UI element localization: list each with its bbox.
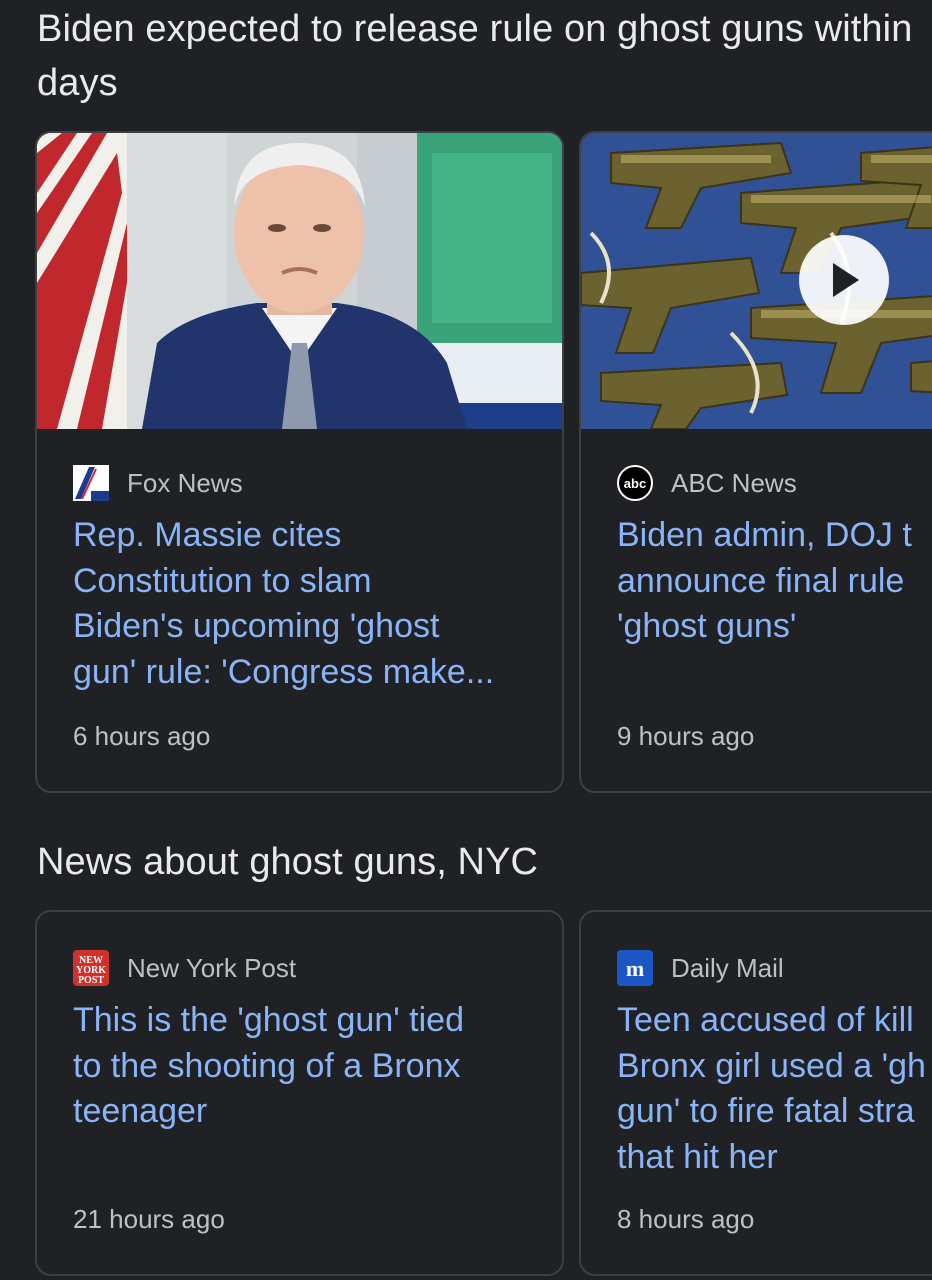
- thumbnail-image-ghost-guns: [581, 133, 932, 429]
- timestamp: 8 hours ago: [617, 1204, 755, 1234]
- headline-link[interactable]: Rep. Massie cites Constitution to slam B…: [73, 513, 542, 695]
- abc-news-logo-icon: abc: [617, 465, 653, 501]
- timestamp: 21 hours ago: [73, 1204, 225, 1234]
- headline-line: This is the 'ghost gun' tied: [73, 1001, 464, 1039]
- headline-line: 'ghost guns': [617, 607, 797, 645]
- new-york-post-logo-icon: NEW YORK POST: [73, 950, 109, 986]
- headline-line: gun' to fire fatal stra: [617, 1092, 915, 1130]
- play-icon: [833, 263, 859, 297]
- svg-text:POST: POST: [78, 975, 104, 986]
- headline-link[interactable]: This is the 'ghost gun' tied to the shoo…: [73, 998, 542, 1135]
- section-title-ghost-guns-nyc: News about ghost guns, NYC: [37, 841, 539, 883]
- play-video-button[interactable]: [799, 235, 889, 325]
- card-content: m Daily Mail Teen accused of kill Bronx …: [617, 948, 932, 1180]
- svg-text:abc: abc: [624, 476, 646, 491]
- news-card-fox-news[interactable]: Fox News Rep. Massie cites Constitution …: [35, 131, 564, 793]
- card-content: abc ABC News Biden admin, DOJ t announce…: [617, 463, 932, 650]
- headline-line: Biden admin, DOJ t: [617, 516, 912, 554]
- daily-mail-logo-icon: m: [617, 950, 653, 986]
- headline-line: that hit her: [617, 1137, 778, 1176]
- headline-line: Constitution to slam: [73, 561, 372, 600]
- headline-link[interactable]: Teen accused of kill Bronx girl used a '…: [617, 998, 932, 1180]
- headline-line: gun' rule: 'Congress make...: [73, 652, 495, 691]
- section-title-biden-ghost-guns: Biden expected to release rule on ghost …: [37, 8, 913, 104]
- headline-line: to the shooting of a Bronx: [73, 1046, 461, 1085]
- svg-text:m: m: [626, 956, 644, 981]
- headline-line: Rep. Massie cites: [73, 516, 342, 554]
- source-name: Fox News: [127, 467, 243, 498]
- source-row: Fox News: [73, 463, 542, 503]
- headline-line: Biden's upcoming 'ghost: [73, 607, 440, 645]
- card-content: Fox News Rep. Massie cites Constitution …: [73, 463, 542, 695]
- news-card-daily-mail[interactable]: m Daily Mail Teen accused of kill Bronx …: [579, 910, 932, 1276]
- headline-line: Teen accused of kill: [617, 1001, 914, 1039]
- source-name: Daily Mail: [671, 952, 784, 983]
- card-content: NEW YORK POST New York Post This is the …: [73, 948, 542, 1135]
- source-row: abc ABC News: [617, 463, 932, 503]
- headline-line: announce final rule: [617, 561, 905, 600]
- source-name: ABC News: [671, 467, 797, 498]
- headline-line: Bronx girl used a 'gh: [617, 1046, 926, 1085]
- timestamp: 6 hours ago: [73, 721, 211, 751]
- source-row: NEW YORK POST New York Post: [73, 948, 542, 988]
- headline-line: teenager: [73, 1092, 208, 1130]
- timestamp: 9 hours ago: [617, 721, 755, 751]
- news-card-abc-news[interactable]: abc ABC News Biden admin, DOJ t announce…: [579, 131, 932, 793]
- headline-link[interactable]: Biden admin, DOJ t announce final rule '…: [617, 513, 932, 650]
- news-card-new-york-post[interactable]: NEW YORK POST New York Post This is the …: [35, 910, 564, 1276]
- thumbnail-image-biden: [37, 133, 562, 429]
- source-name: New York Post: [127, 952, 297, 983]
- news-results-page: Biden expected to release rule on ghost …: [0, 0, 932, 1280]
- fox-news-logo-icon: [73, 465, 109, 501]
- source-row: m Daily Mail: [617, 948, 932, 988]
